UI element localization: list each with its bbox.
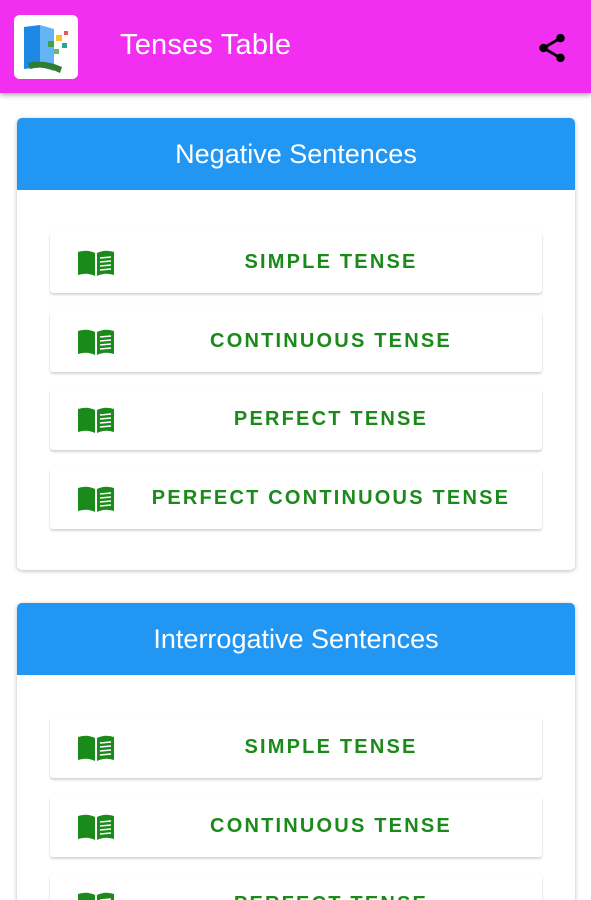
interrogative-perfect-tense-button[interactable]: PERFECT TENSE xyxy=(50,874,542,900)
open-book-icon xyxy=(77,406,115,434)
open-book-icon xyxy=(77,485,115,513)
button-label: CONTINUOUS TENSE xyxy=(210,330,452,352)
share-button[interactable] xyxy=(530,28,574,68)
button-label: SIMPLE TENSE xyxy=(244,251,418,273)
app-bar: Tenses Table xyxy=(0,0,591,93)
button-label: CONTINUOUS TENSE xyxy=(210,815,452,837)
button-label: PERFECT TENSE xyxy=(120,874,542,900)
card-header: Negative Sentences xyxy=(17,118,575,190)
negative-continuous-tense-button[interactable]: CONTINUOUS TENSE xyxy=(50,311,542,372)
open-book-icon xyxy=(77,249,115,277)
negative-perfect-continuous-tense-button[interactable]: PERFECT CONTINUOUS TENSE xyxy=(50,468,542,529)
negative-simple-tense-button[interactable]: SIMPLE TENSE xyxy=(50,232,542,293)
button-label: PERFECT TENSE xyxy=(233,408,429,430)
button-label: PERFECT CONTINUOUS TENSE xyxy=(151,487,511,509)
app-logo-icon xyxy=(14,15,78,79)
button-label: SIMPLE TENSE xyxy=(244,736,418,758)
open-book-icon xyxy=(77,734,115,762)
card-header: Interrogative Sentences xyxy=(17,603,575,675)
open-book-icon xyxy=(77,813,115,841)
card-title: Interrogative Sentences xyxy=(153,623,439,654)
interrogative-simple-tense-button[interactable]: SIMPLE TENSE xyxy=(50,717,542,778)
open-book-icon xyxy=(77,891,115,900)
card-title: Negative Sentences xyxy=(175,138,417,169)
app-title: Tenses Table xyxy=(120,29,292,61)
share-icon xyxy=(539,33,565,63)
negative-perfect-tense-button[interactable]: PERFECT TENSE xyxy=(50,389,542,450)
content-scroll-area[interactable]: Negative Sentences SIMPLE TENSE CONTINUO… xyxy=(0,93,591,900)
negative-sentences-card: Negative Sentences SIMPLE TENSE CONTINUO… xyxy=(17,118,575,570)
interrogative-sentences-card: Interrogative Sentences SIMPLE TENSE CON… xyxy=(17,603,575,900)
interrogative-continuous-tense-button[interactable]: CONTINUOUS TENSE xyxy=(50,796,542,857)
open-book-icon xyxy=(77,328,115,356)
